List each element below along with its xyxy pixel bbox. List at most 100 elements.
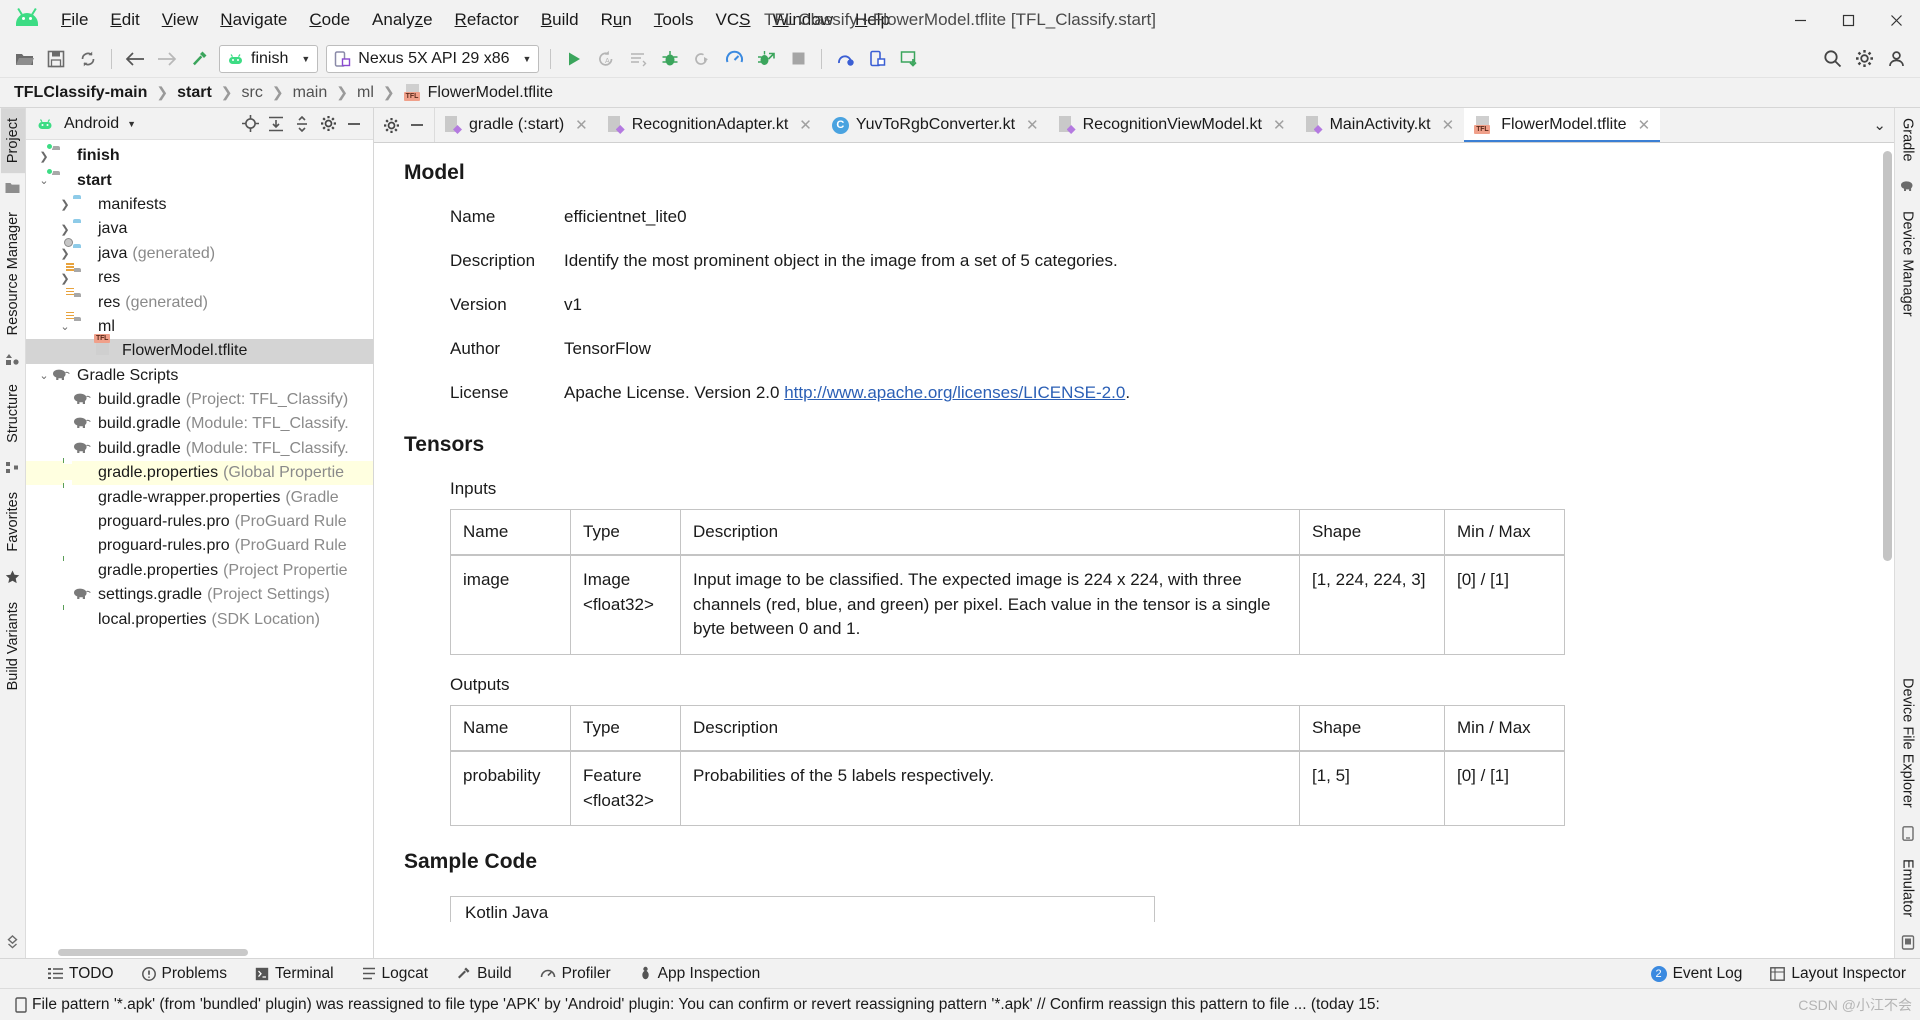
tree-item-proguard-rules-pro[interactable]: proguard-rules.pro(ProGuard Rule	[26, 510, 373, 534]
tree-item-start[interactable]: ⌄start	[26, 168, 373, 192]
tree-item-ml[interactable]: ⌄ml	[26, 315, 373, 339]
tree-item-local-properties[interactable]: local.properties(SDK Location)	[26, 607, 373, 631]
tree-item-settings-gradle[interactable]: settings.gradle(Project Settings)	[26, 583, 373, 607]
attach-debugger-icon[interactable]	[687, 45, 717, 73]
chevron-down-icon[interactable]: ⌄	[1873, 116, 1886, 134]
project-tree[interactable]: ❯finish⌄start❯manifests❯java❯java(genera…	[26, 140, 373, 946]
chevron-down-icon[interactable]: ⌄	[36, 369, 52, 382]
menu-item-view[interactable]: View	[151, 6, 210, 34]
bottom-tab-terminal[interactable]: Terminal	[241, 965, 348, 983]
tree-item-gradle-scripts[interactable]: ⌄Gradle Scripts	[26, 364, 373, 388]
collapse-all-icon[interactable]	[289, 112, 315, 136]
menu-item-window[interactable]: Window	[762, 6, 844, 34]
tree-item-gradle-properties[interactable]: gradle.properties(Global Propertie	[26, 461, 373, 485]
sidebar-item-device-file-explorer[interactable]: Device File Explorer	[1896, 668, 1920, 818]
editor-tab-recognitionadapter-kt[interactable]: RecognitionAdapter.kt✕	[598, 108, 822, 142]
menu-item-help[interactable]: Help	[844, 6, 901, 34]
close-button[interactable]	[1872, 0, 1920, 40]
tree-item-flowermodel-tflite[interactable]: TFLFlowerModel.tflite	[26, 339, 373, 363]
run-configuration-selector[interactable]: finish ▼	[219, 45, 318, 73]
tree-item-manifests[interactable]: ❯manifests	[26, 193, 373, 217]
chevron-down-icon[interactable]: ▼	[127, 119, 136, 129]
sdk-manager-icon[interactable]	[862, 45, 892, 73]
tree-item-build-gradle[interactable]: build.gradle(Project: TFL_Classify)	[26, 388, 373, 412]
locate-target-icon[interactable]	[237, 112, 263, 136]
tree-item-gradle-wrapper-properties[interactable]: gradle-wrapper.properties(Gradle	[26, 485, 373, 509]
stop-icon[interactable]	[783, 45, 813, 73]
expand-all-icon[interactable]	[263, 112, 289, 136]
close-icon[interactable]: ✕	[799, 116, 812, 134]
breadcrumb-item-flowermodel-tflite[interactable]: FlowerModel.tflite	[428, 84, 553, 102]
editor-tab-recognitionviewmodel-kt[interactable]: RecognitionViewModel.kt✕	[1049, 108, 1296, 142]
apply-code-changes-icon[interactable]	[623, 45, 653, 73]
avd-manager-icon[interactable]	[830, 45, 860, 73]
hide-panel-icon[interactable]	[404, 113, 430, 137]
editor-tab-yuvtorgbconverter-kt[interactable]: CYuvToRgbConverter.kt✕	[822, 108, 1049, 142]
hide-panel-icon[interactable]	[341, 112, 367, 136]
sidebar-item-emulator[interactable]: Emulator	[1896, 849, 1920, 927]
chevron-down-icon[interactable]: ⌄	[57, 320, 73, 333]
build-hammer-icon[interactable]	[184, 45, 214, 73]
sidebar-item-project[interactable]: Project	[1, 108, 25, 173]
breadcrumb-item-main[interactable]: main	[293, 84, 328, 102]
chevron-right-icon[interactable]: ❯	[36, 150, 52, 163]
sidebar-item-resource-manager[interactable]: Resource Manager	[1, 202, 25, 345]
close-icon[interactable]: ✕	[1638, 116, 1651, 134]
license-link[interactable]: http://www.apache.org/licenses/LICENSE-2…	[784, 383, 1125, 402]
minimize-button[interactable]	[1776, 0, 1824, 40]
apply-changes-icon[interactable]: A	[591, 45, 621, 73]
editor-tab-mainactivity-kt[interactable]: MainActivity.kt✕	[1296, 108, 1465, 142]
tree-item-build-gradle[interactable]: build.gradle(Module: TFL_Classify.	[26, 412, 373, 436]
sidebar-item-favorites[interactable]: Favorites	[1, 482, 25, 562]
sidebar-item-device-manager[interactable]: Device Manager	[1896, 201, 1920, 327]
profiler-icon[interactable]	[719, 45, 749, 73]
tree-item-gradle-properties[interactable]: gradle.properties(Project Propertie	[26, 559, 373, 583]
debug-icon[interactable]	[655, 45, 685, 73]
close-icon[interactable]: ✕	[1273, 116, 1286, 134]
open-folder-icon[interactable]	[9, 45, 39, 73]
editor-vertical-scrollbar[interactable]	[1883, 151, 1892, 561]
chevron-right-icon[interactable]: ❯	[57, 198, 73, 211]
back-arrow-icon[interactable]	[120, 45, 150, 73]
tree-item-res[interactable]: ❯res	[26, 266, 373, 290]
download-icon[interactable]	[894, 45, 924, 73]
menu-item-build[interactable]: Build	[530, 6, 590, 34]
device-selector[interactable]: Nexus 5X API 29 x86 ▼	[326, 45, 539, 73]
chevron-down-icon[interactable]: ⌄	[36, 174, 52, 187]
settings-gear-icon[interactable]	[1849, 45, 1879, 73]
menu-item-edit[interactable]: Edit	[99, 6, 150, 34]
sidebar-item-build-variants[interactable]: Build Variants	[1, 592, 25, 700]
tree-item-res[interactable]: res(generated)	[26, 290, 373, 314]
notification-icon[interactable]	[10, 997, 32, 1013]
run-with-coverage-icon[interactable]	[751, 45, 781, 73]
settings-gear-icon[interactable]	[378, 113, 404, 137]
sync-icon[interactable]	[73, 45, 103, 73]
tree-item-build-gradle[interactable]: build.gradle(Module: TFL_Classify.	[26, 437, 373, 461]
sidebar-item-structure[interactable]: Structure	[1, 374, 25, 453]
horizontal-scrollbar[interactable]	[26, 946, 373, 958]
account-icon[interactable]	[1881, 45, 1911, 73]
editor-tabs-overflow[interactable]: ⌄	[1865, 108, 1894, 142]
close-icon[interactable]: ✕	[1026, 116, 1039, 134]
editor-tab-flowermodel-tflite[interactable]: TFLFlowerModel.tflite✕	[1464, 108, 1660, 142]
bottom-tab-problems[interactable]: Problems	[128, 965, 241, 983]
bottom-tab-profiler[interactable]: Profiler	[526, 965, 625, 983]
sidebar-item-gradle[interactable]: Gradle	[1896, 108, 1920, 172]
bottom-tab-logcat[interactable]: Logcat	[348, 965, 443, 983]
editor-tabs[interactable]: gradle (:start)✕RecognitionAdapter.kt✕CY…	[435, 108, 1865, 142]
chevron-right-icon[interactable]: ❯	[57, 223, 73, 236]
forward-arrow-icon[interactable]	[152, 45, 182, 73]
breadcrumb-item-start[interactable]: start	[177, 84, 212, 102]
menu-item-run[interactable]: Run	[590, 6, 643, 34]
tree-item-proguard-rules-pro[interactable]: proguard-rules.pro(ProGuard Rule	[26, 534, 373, 558]
menu-item-file[interactable]: File	[50, 6, 99, 34]
editor-tab-gradle-start-[interactable]: gradle (:start)✕	[435, 108, 598, 142]
save-all-icon[interactable]	[41, 45, 71, 73]
menu-item-code[interactable]: Code	[298, 6, 361, 34]
tree-item-finish[interactable]: ❯finish	[26, 144, 373, 168]
menu-item-navigate[interactable]: Navigate	[209, 6, 298, 34]
chevron-right-icon[interactable]: ❯	[57, 272, 73, 285]
tree-item-java[interactable]: ❯java(generated)	[26, 242, 373, 266]
settings-gear-icon[interactable]	[315, 112, 341, 136]
close-icon[interactable]: ✕	[575, 116, 588, 134]
